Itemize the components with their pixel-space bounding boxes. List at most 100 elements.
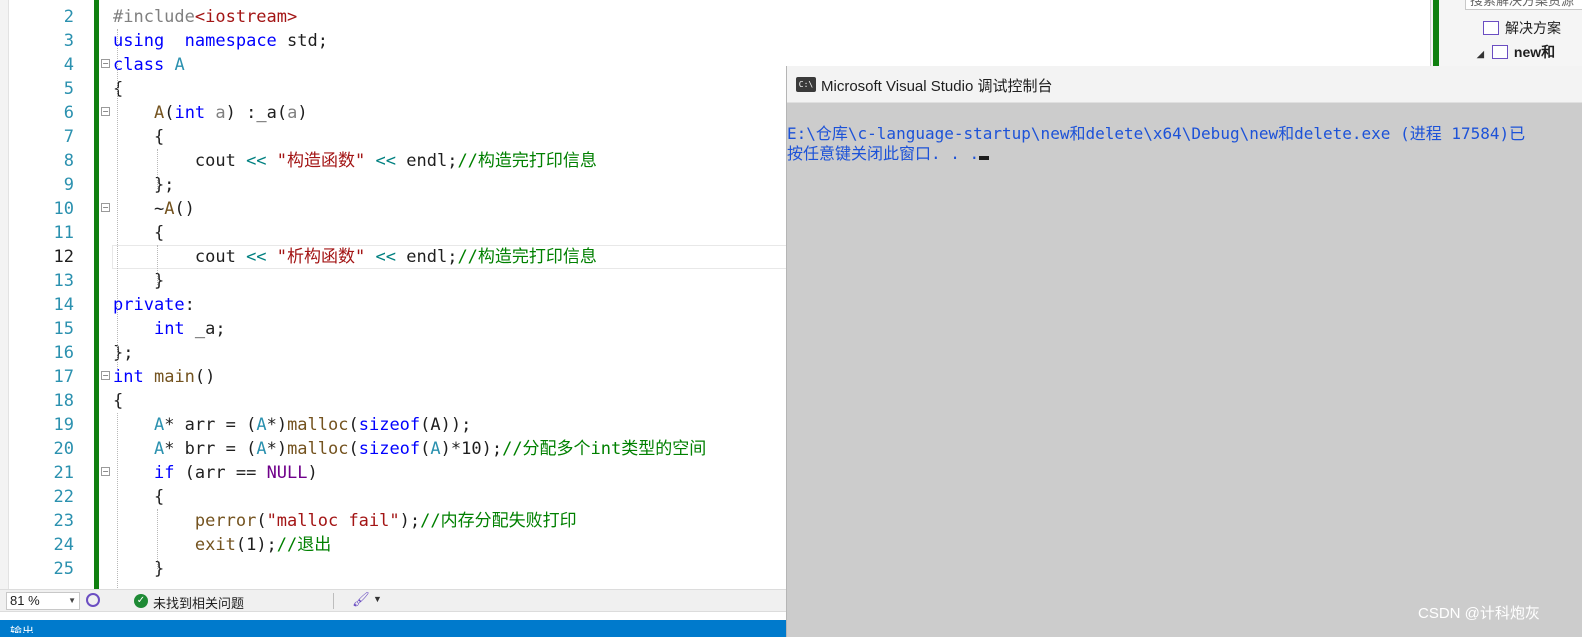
code-line[interactable]: cout << "析构函数" << endl;//构造完打印信息	[113, 245, 597, 269]
code-token: _a;	[184, 319, 226, 339]
zoom-value: 81 %	[10, 593, 40, 608]
intellicode-icon[interactable]	[86, 593, 100, 607]
code-token: {	[113, 487, 165, 507]
code-line[interactable]: {	[113, 125, 164, 149]
status-divider	[333, 593, 334, 609]
solution-explorer: 搜索解决方案资源 解决方案 ◢ new和	[1430, 0, 1582, 66]
code-line[interactable]: {	[113, 485, 164, 509]
code-token: A	[153, 415, 165, 435]
chevron-down-icon[interactable]: ▼	[68, 593, 76, 609]
code-token: (	[164, 103, 175, 123]
fold-toggle-icon[interactable]: −	[101, 371, 110, 380]
tree-item-solution[interactable]: 解决方案	[1483, 18, 1582, 38]
code-token: "析构函数"	[276, 247, 366, 267]
output-tab-label: 输出	[10, 625, 35, 633]
output-panel-header: 输出	[0, 611, 786, 637]
code-token: malloc	[287, 415, 349, 435]
code-token: )*10);	[440, 439, 503, 459]
code-line[interactable]: {	[113, 389, 123, 413]
code-token: A	[256, 439, 267, 459]
zoom-dropdown[interactable]: 81 % ▼	[6, 592, 80, 610]
code-token: <<	[246, 247, 267, 267]
code-line[interactable]: exit(1);//退出	[113, 533, 331, 557]
code-token: int	[153, 319, 185, 339]
fold-toggle-icon[interactable]: −	[101, 467, 110, 476]
output-title-bar[interactable]: 输出	[0, 620, 786, 637]
code-line[interactable]: #include<iostream>	[113, 5, 297, 29]
code-token: cout	[113, 247, 247, 267]
code-line[interactable]: int main()	[113, 365, 215, 389]
fold-toggle-icon[interactable]: −	[101, 107, 110, 116]
code-line[interactable]: private:	[113, 293, 195, 317]
fold-toggle-icon[interactable]: −	[101, 59, 110, 68]
code-token: (	[348, 439, 359, 459]
console-line-text: 按任意键关闭此窗口. . .	[787, 144, 980, 163]
code-token: <<	[375, 247, 397, 267]
expand-triangle-icon[interactable]: ◢	[1477, 44, 1484, 64]
chevron-down-icon[interactable]: ▼	[373, 594, 382, 604]
code-token: {	[113, 391, 124, 411]
code-line[interactable]: {	[113, 221, 164, 245]
tree-item-label: 解决方案	[1505, 20, 1561, 36]
editor-status-bar: 81 % ▼ ✓ 未找到相关问题 🖌 ▼	[0, 589, 786, 611]
code-line[interactable]: class A	[113, 53, 185, 77]
fold-toggle-icon[interactable]: −	[101, 203, 110, 212]
code-line[interactable]: };	[113, 173, 174, 197]
code-token: )	[297, 103, 308, 123]
code-token: )	[307, 463, 318, 483]
code-line[interactable]: if (arr == NULL)	[113, 461, 318, 485]
code-token: namespace	[184, 31, 277, 51]
code-token: a	[215, 103, 226, 123]
code-token: A	[153, 103, 165, 123]
issues-status-text[interactable]: 未找到相关问题	[153, 593, 244, 612]
code-token: (A));	[420, 415, 472, 435]
code-token: sizeof	[358, 439, 421, 459]
code-token: A	[153, 439, 165, 459]
code-line[interactable]: A(int a) :_a(a)	[113, 101, 308, 125]
solution-search-input[interactable]: 搜索解决方案资源	[1465, 0, 1582, 10]
code-line[interactable]: cout << "构造函数" << endl;//构造完打印信息	[113, 149, 597, 173]
console-line: 按任意键关闭此窗口. . .	[787, 144, 1582, 164]
code-token: if	[153, 463, 175, 483]
code-token: //退出	[276, 535, 332, 555]
code-token: };	[113, 175, 175, 195]
code-token: :	[184, 295, 195, 315]
code-line[interactable]: A* arr = (A*)malloc(sizeof(A));	[113, 413, 471, 437]
code-line[interactable]: ~A()	[113, 197, 195, 221]
code-token: )	[225, 103, 236, 123]
code-token: exit	[194, 535, 236, 555]
code-token: endl;	[396, 151, 458, 171]
code-cleanup-icon[interactable]: 🖌	[352, 591, 370, 608]
code-line[interactable]: using namespace std;	[113, 29, 328, 53]
code-token: #include	[113, 7, 195, 27]
code-token: perror	[194, 511, 257, 531]
code-line[interactable]: int _a;	[113, 317, 226, 341]
indent-guide	[117, 413, 118, 588]
debug-console-window[interactable]: C:\ Microsoft Visual Studio 调试控制台 E:\仓库\…	[786, 66, 1582, 637]
code-line[interactable]: A* brr = (A*)malloc(sizeof(A)*10);//分配多个…	[113, 437, 706, 461]
code-token: * arr = (	[164, 415, 257, 435]
console-output[interactable]: E:\仓库\c-language-startup\new和delete\x64\…	[787, 124, 1582, 164]
code-token: int	[174, 103, 206, 123]
watermark: CSDN @计科炮灰	[1418, 605, 1540, 622]
code-line[interactable]: perror("malloc fail");//内存分配失败打印	[113, 509, 577, 533]
tree-item-project[interactable]: ◢ new和	[1477, 42, 1582, 62]
code-token: ()	[194, 367, 216, 387]
console-title-bar[interactable]: C:\ Microsoft Visual Studio 调试控制台	[787, 66, 1582, 103]
code-token: A	[256, 415, 267, 435]
indent-guide	[157, 509, 158, 569]
code-token: (arr ==	[174, 463, 267, 483]
code-line[interactable]: {	[113, 77, 123, 101]
code-token: NULL	[266, 463, 308, 483]
code-token: endl;	[396, 247, 458, 267]
check-circle-icon: ✓	[134, 594, 148, 608]
code-token: <iostream>	[194, 7, 298, 27]
code-token: (	[348, 415, 359, 435]
